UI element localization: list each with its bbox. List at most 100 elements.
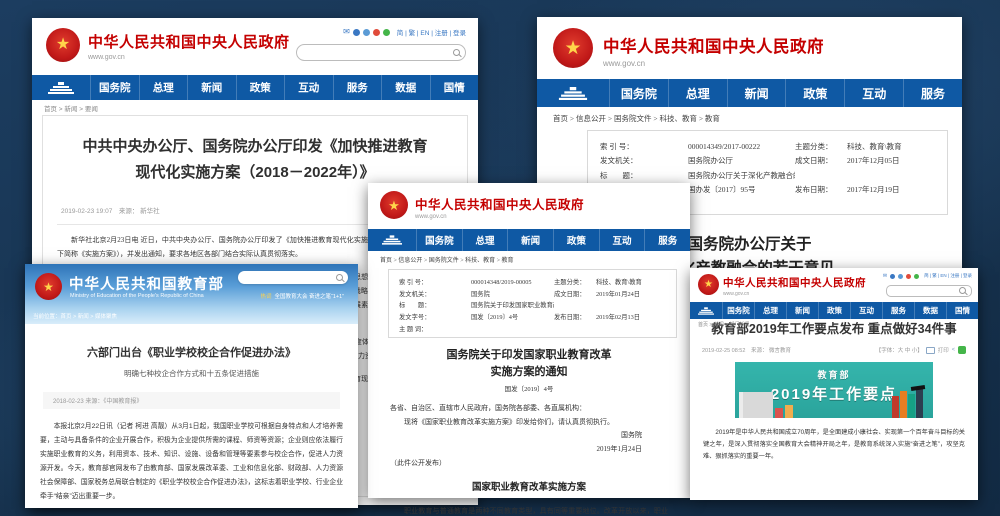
nav-news[interactable]: 新闻 (727, 79, 786, 107)
rss-icon[interactable] (890, 274, 895, 279)
table-label: 索 引 号： (600, 140, 688, 154)
gov-header: ★ 中华人民共和国中央人民政府 www.gov.cn ✉ 简 | 繁 | EN … (32, 18, 478, 75)
nav-policy[interactable]: 政策 (236, 75, 285, 100)
article-date: 2019-02-25 08:52 (702, 348, 745, 354)
search-icon[interactable] (453, 49, 460, 56)
nav-premier[interactable]: 总理 (139, 75, 188, 100)
search-input[interactable] (238, 271, 348, 284)
table-label: 发文机关： (399, 289, 471, 301)
print-button[interactable]: 打印 (938, 346, 949, 354)
rss-icon[interactable] (353, 29, 360, 36)
nav-premier[interactable]: 总理 (754, 302, 786, 319)
nav-interact[interactable]: 互动 (599, 229, 645, 251)
nav-policy[interactable]: 政策 (553, 229, 599, 251)
national-emblem-icon: ★ (553, 28, 593, 68)
table-value: 2019年02月13日 (596, 312, 666, 324)
nav-state-council[interactable]: 国务院 (722, 302, 754, 319)
table-value: 科技、教育\教育 (596, 277, 666, 289)
table-label: 发布日期： (795, 183, 847, 197)
nav-policy[interactable]: 政策 (785, 79, 844, 107)
document-info-table: 索 引 号：000014348/2019-00005主题分类：科技、教育\教育 … (388, 269, 677, 338)
hot-words[interactable]: 热词全国教育大会 奋进之笔“1+1” (260, 292, 344, 300)
nav-premier[interactable]: 总理 (462, 229, 508, 251)
table-value: 2017年12月19日 (847, 183, 935, 197)
nav-state-council[interactable]: 国务院 (90, 75, 139, 100)
weibo-icon[interactable] (373, 29, 380, 36)
nav-interact[interactable]: 互动 (850, 302, 882, 319)
nav-interact[interactable]: 互动 (284, 75, 333, 100)
mobile-icon[interactable] (898, 274, 903, 279)
home-tiananmen-icon[interactable] (368, 229, 416, 251)
emblem-star-icon: ★ (388, 199, 400, 212)
gov-nav: 国务院 总理 新闻 政策 互动 服务 数据 国情 (690, 302, 978, 319)
search-input[interactable] (296, 44, 466, 61)
section-title: 国家职业教育改革实施方案 (390, 479, 668, 498)
nav-services[interactable]: 服务 (903, 79, 962, 107)
share-icon[interactable]: < (952, 347, 955, 353)
search-icon[interactable] (959, 287, 966, 294)
table-value: 科技、教育\教育 (847, 140, 935, 154)
breadcrumb[interactable]: 当前位置：首页 > 新闻 > 媒体聚焦 (33, 312, 117, 320)
mail-icon[interactable]: ✉ (343, 28, 350, 36)
table-label: 主 题 词： (399, 324, 471, 336)
nav-services[interactable]: 服务 (333, 75, 382, 100)
nav-state-council[interactable]: 国务院 (416, 229, 462, 251)
wechat-icon[interactable] (383, 29, 390, 36)
home-tiananmen-icon[interactable] (537, 79, 609, 107)
site-url-link[interactable]: www.gov.cn (415, 214, 584, 220)
breadcrumb[interactable]: 首页 > 信息公开 > 国务院文件 > 科技、教育 > 教育 (553, 113, 720, 124)
language-login-links[interactable]: 简 | 繁 | EN | 注册 | 登录 (924, 273, 972, 279)
emblem-star-icon: ★ (56, 37, 70, 53)
national-emblem-icon: ★ (46, 28, 80, 62)
search-icon[interactable] (336, 274, 343, 281)
sign-date: 2019年1月24日 (390, 443, 668, 457)
wechat-icon[interactable] (914, 274, 919, 279)
nav-policy[interactable]: 政策 (818, 302, 850, 319)
table-value: 2017年12月05日 (847, 154, 935, 168)
home-tiananmen-icon[interactable] (32, 75, 90, 100)
work-points-banner: 教育部 2019年工作要点 (735, 362, 933, 418)
print-icon[interactable] (926, 347, 935, 354)
window-moe-article: ★ 中华人民共和国教育部 Ministry of Education of th… (25, 264, 358, 508)
document-body: 各省、自治区、直辖市人民政府，国务院各部委、各直属机构： 现将《国家职业教育改革… (390, 402, 668, 516)
nav-news[interactable]: 新闻 (786, 302, 818, 319)
nav-news[interactable]: 新闻 (187, 75, 236, 100)
article-paragraph: 2019年是中华人民共和国成立70周年，是全面建成小康社会、实现第一个百年奋斗目… (703, 427, 965, 463)
banner-illustration (785, 405, 793, 418)
public-note: （此件公开发布） (390, 457, 668, 471)
moe-title-en: Ministry of Education of the People's Re… (70, 293, 204, 299)
mail-icon[interactable]: ✉ (883, 274, 887, 279)
nav-interact[interactable]: 互动 (844, 79, 903, 107)
nav-news[interactable]: 新闻 (507, 229, 553, 251)
nav-national[interactable]: 国情 (946, 302, 978, 319)
nav-state-council[interactable]: 国务院 (609, 79, 668, 107)
site-title: 中华人民共和国中央人民政府 (723, 275, 866, 290)
table-value: 2019年01月24日 (596, 289, 666, 301)
home-tiananmen-icon[interactable] (690, 302, 722, 319)
nav-services[interactable]: 服务 (644, 229, 690, 251)
national-emblem-icon: ★ (380, 191, 408, 219)
font-size-control[interactable]: 【字体：大 中 小】 (876, 346, 923, 354)
site-url-link[interactable]: www.gov.cn (723, 291, 866, 297)
breadcrumb[interactable]: 首页 > 新闻 > 部门新闻 (698, 321, 749, 328)
nav-national[interactable]: 国情 (430, 75, 479, 100)
site-url-link[interactable]: www.gov.cn (88, 54, 290, 61)
breadcrumb[interactable]: 首页 > 信息公开 > 国务院文件 > 科技、教育 > 教育 (380, 255, 514, 264)
salutation: 各省、自治区、直辖市人民政府，国务院各部委、各直属机构： (390, 402, 668, 416)
wechat-share-icon[interactable] (958, 346, 966, 354)
breadcrumb[interactable]: 首页 > 新闻 > 要闻 (44, 103, 98, 113)
nav-premier[interactable]: 总理 (668, 79, 727, 107)
nav-services[interactable]: 服务 (882, 302, 914, 319)
language-login-links[interactable]: 简 | 繁 | EN | 注册 | 登录 (397, 27, 466, 37)
gov-nav: 国务院 总理 新闻 政策 互动 服务 (368, 229, 690, 251)
nav-data[interactable]: 数据 (381, 75, 430, 100)
search-input[interactable] (886, 285, 972, 297)
site-url-link[interactable]: www.gov.cn (603, 59, 824, 68)
site-title: 中华人民共和国中央人民政府 (603, 33, 824, 57)
document-number: 国发〔2019〕4号 (368, 383, 690, 393)
article-source: 来源： 微言教育 (751, 348, 791, 354)
mobile-icon[interactable] (363, 29, 370, 36)
banner-illustration (775, 408, 783, 418)
nav-data[interactable]: 数据 (914, 302, 946, 319)
weibo-icon[interactable] (906, 274, 911, 279)
